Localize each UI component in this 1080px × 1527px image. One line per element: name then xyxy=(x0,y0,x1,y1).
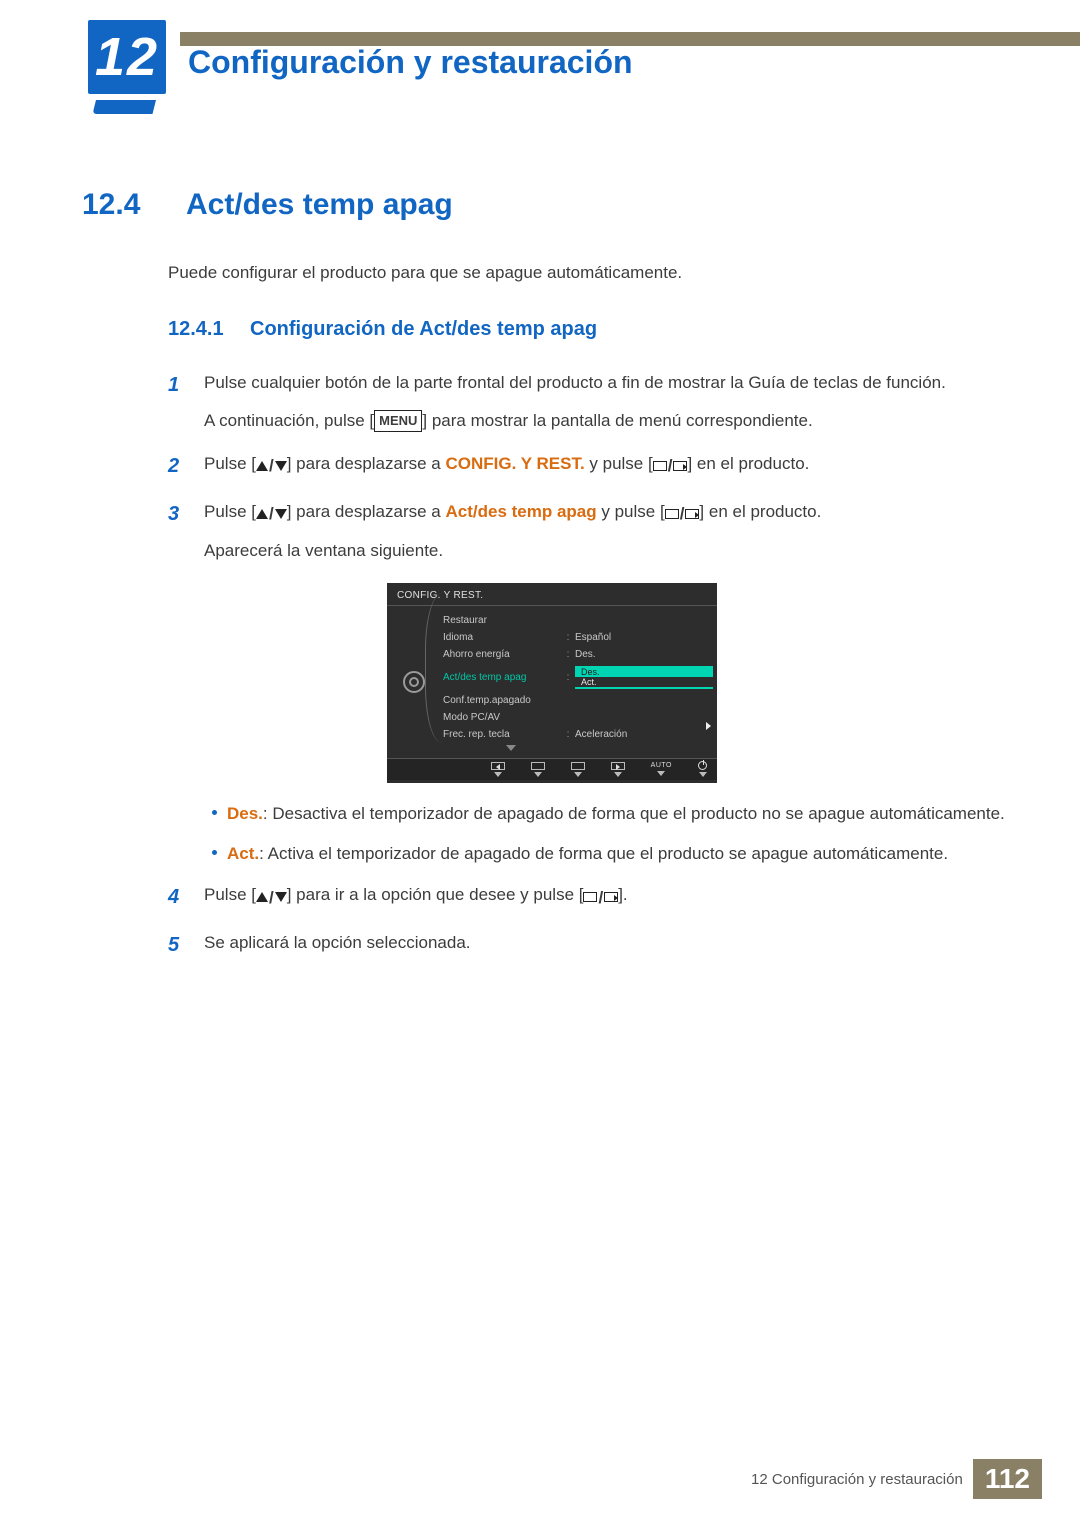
osd-option-des: Des. xyxy=(575,667,713,677)
osd-footer-auto: AUTO xyxy=(651,762,672,776)
step3-a: Pulse [ xyxy=(204,502,256,521)
bullet-act-text: : Activa el temporizador de apagado de f… xyxy=(259,844,948,863)
step-number: 5 xyxy=(168,929,188,961)
chapter-number: 12 xyxy=(95,26,159,88)
step-text: Pulse cualquier botón de la parte fronta… xyxy=(204,373,946,392)
chapter-title: Configuración y restauración xyxy=(188,44,633,81)
osd-footer-up-icon xyxy=(571,762,585,777)
up-down-icon: / xyxy=(256,500,287,527)
step-1: 1 Pulse cualquier botón de la parte fron… xyxy=(168,369,1022,433)
subsection-heading: 12.4.1 Configuración de Act/des temp apa… xyxy=(168,318,1022,341)
step2-c: y pulse [ xyxy=(585,454,653,473)
step4-b: ] para ir a la opción que desee y pulse … xyxy=(287,885,584,904)
step4-a: Pulse [ xyxy=(204,885,256,904)
up-down-icon: / xyxy=(256,452,287,479)
subsection-number: 12.4.1 xyxy=(168,318,232,341)
subsection-title: Configuración de Act/des temp apag xyxy=(250,318,597,341)
step4-c: ]. xyxy=(618,885,627,904)
osd-footer-back-icon xyxy=(491,762,505,777)
chapter-number-badge: 12 xyxy=(82,14,172,100)
section-title: Act/des temp apag xyxy=(186,188,453,222)
bullet-act-label: Act. xyxy=(227,844,259,863)
bullet-dot-icon xyxy=(212,810,217,815)
step3-target: Act/des temp apag xyxy=(445,502,596,521)
step-number: 2 xyxy=(168,450,188,482)
step-number: 1 xyxy=(168,369,188,433)
source-enter-icon: / xyxy=(583,884,618,911)
step-3: 3 Pulse [/] para desplazarse a Act/des t… xyxy=(168,498,1022,565)
step3-c: y pulse [ xyxy=(597,502,665,521)
step-number: 4 xyxy=(168,881,188,913)
section-number: 12.4 xyxy=(82,188,168,222)
bullet-act: Act.: Activa el temporizador de apagado … xyxy=(212,841,1022,867)
osd-row-conftemp: Conf.temp.apagado xyxy=(441,692,717,709)
option-bullets: Des.: Desactiva el temporizador de apaga… xyxy=(212,801,1022,868)
footer-chapter-text: 12 Configuración y restauración xyxy=(751,1471,973,1488)
step1-cont-a: A continuación, pulse [ xyxy=(204,411,374,430)
osd-option-act: Act. xyxy=(575,677,713,687)
osd-row-restaurar: Restaurar xyxy=(441,612,717,629)
step1-cont-b: ] para mostrar la pantalla de menú corre… xyxy=(422,411,812,430)
step-5: 5 Se aplicará la opción seleccionada. xyxy=(168,929,1022,961)
bullet-des-label: Des. xyxy=(227,804,263,823)
osd-side-arrow-icon xyxy=(706,722,711,730)
osd-option-dropdown: Des. Act. xyxy=(575,666,713,689)
osd-footer: AUTO xyxy=(387,758,717,780)
osd-row-frec: Frec. rep. tecla:Aceleración xyxy=(441,726,717,743)
source-enter-icon: / xyxy=(653,452,688,479)
osd-menu-screenshot: CONFIG. Y REST. Restaurar Idioma:Español… xyxy=(387,583,717,783)
step2-b: ] para desplazarse a xyxy=(287,454,446,473)
section-intro: Puede configurar el producto para que se… xyxy=(168,260,1022,286)
osd-row-actdes: Act/des temp apag: Des. Act. xyxy=(441,663,717,692)
step3-cont: Aparecerá la ventana siguiente. xyxy=(204,537,1022,564)
osd-row-modo: Modo PC/AV xyxy=(441,709,717,726)
up-down-icon: / xyxy=(256,884,287,911)
osd-footer-enter-icon xyxy=(611,762,625,777)
step2-a: Pulse [ xyxy=(204,454,256,473)
gear-icon xyxy=(403,671,425,693)
osd-footer-power-icon xyxy=(698,761,707,777)
source-enter-icon: / xyxy=(665,500,700,527)
step5-text: Se aplicará la opción seleccionada. xyxy=(204,933,471,952)
step3-d: ] en el producto. xyxy=(699,502,821,521)
step-number: 3 xyxy=(168,498,188,565)
osd-row-idioma: Idioma:Español xyxy=(441,629,717,646)
step2-d: ] en el producto. xyxy=(687,454,809,473)
step2-target: CONFIG. Y REST. xyxy=(445,454,584,473)
step3-b: ] para desplazarse a xyxy=(287,502,446,521)
osd-footer-down-icon xyxy=(531,762,545,777)
bullet-des-text: : Desactiva el temporizador de apagado d… xyxy=(263,804,1005,823)
osd-scroll-down-icon xyxy=(506,745,516,751)
osd-row-ahorro: Ahorro energía:Des. xyxy=(441,646,717,663)
step-2: 2 Pulse [/] para desplazarse a CONFIG. Y… xyxy=(168,450,1022,482)
bullet-des: Des.: Desactiva el temporizador de apaga… xyxy=(212,801,1022,827)
page-footer: 12 Configuración y restauración 112 xyxy=(751,1459,1042,1499)
step-4: 4 Pulse [/] para ir a la opción que dese… xyxy=(168,881,1022,913)
footer-page-number: 112 xyxy=(973,1459,1042,1499)
section-heading: 12.4 Act/des temp apag xyxy=(82,188,1022,222)
menu-button-chip: MENU xyxy=(374,410,422,433)
bullet-dot-icon xyxy=(212,850,217,855)
